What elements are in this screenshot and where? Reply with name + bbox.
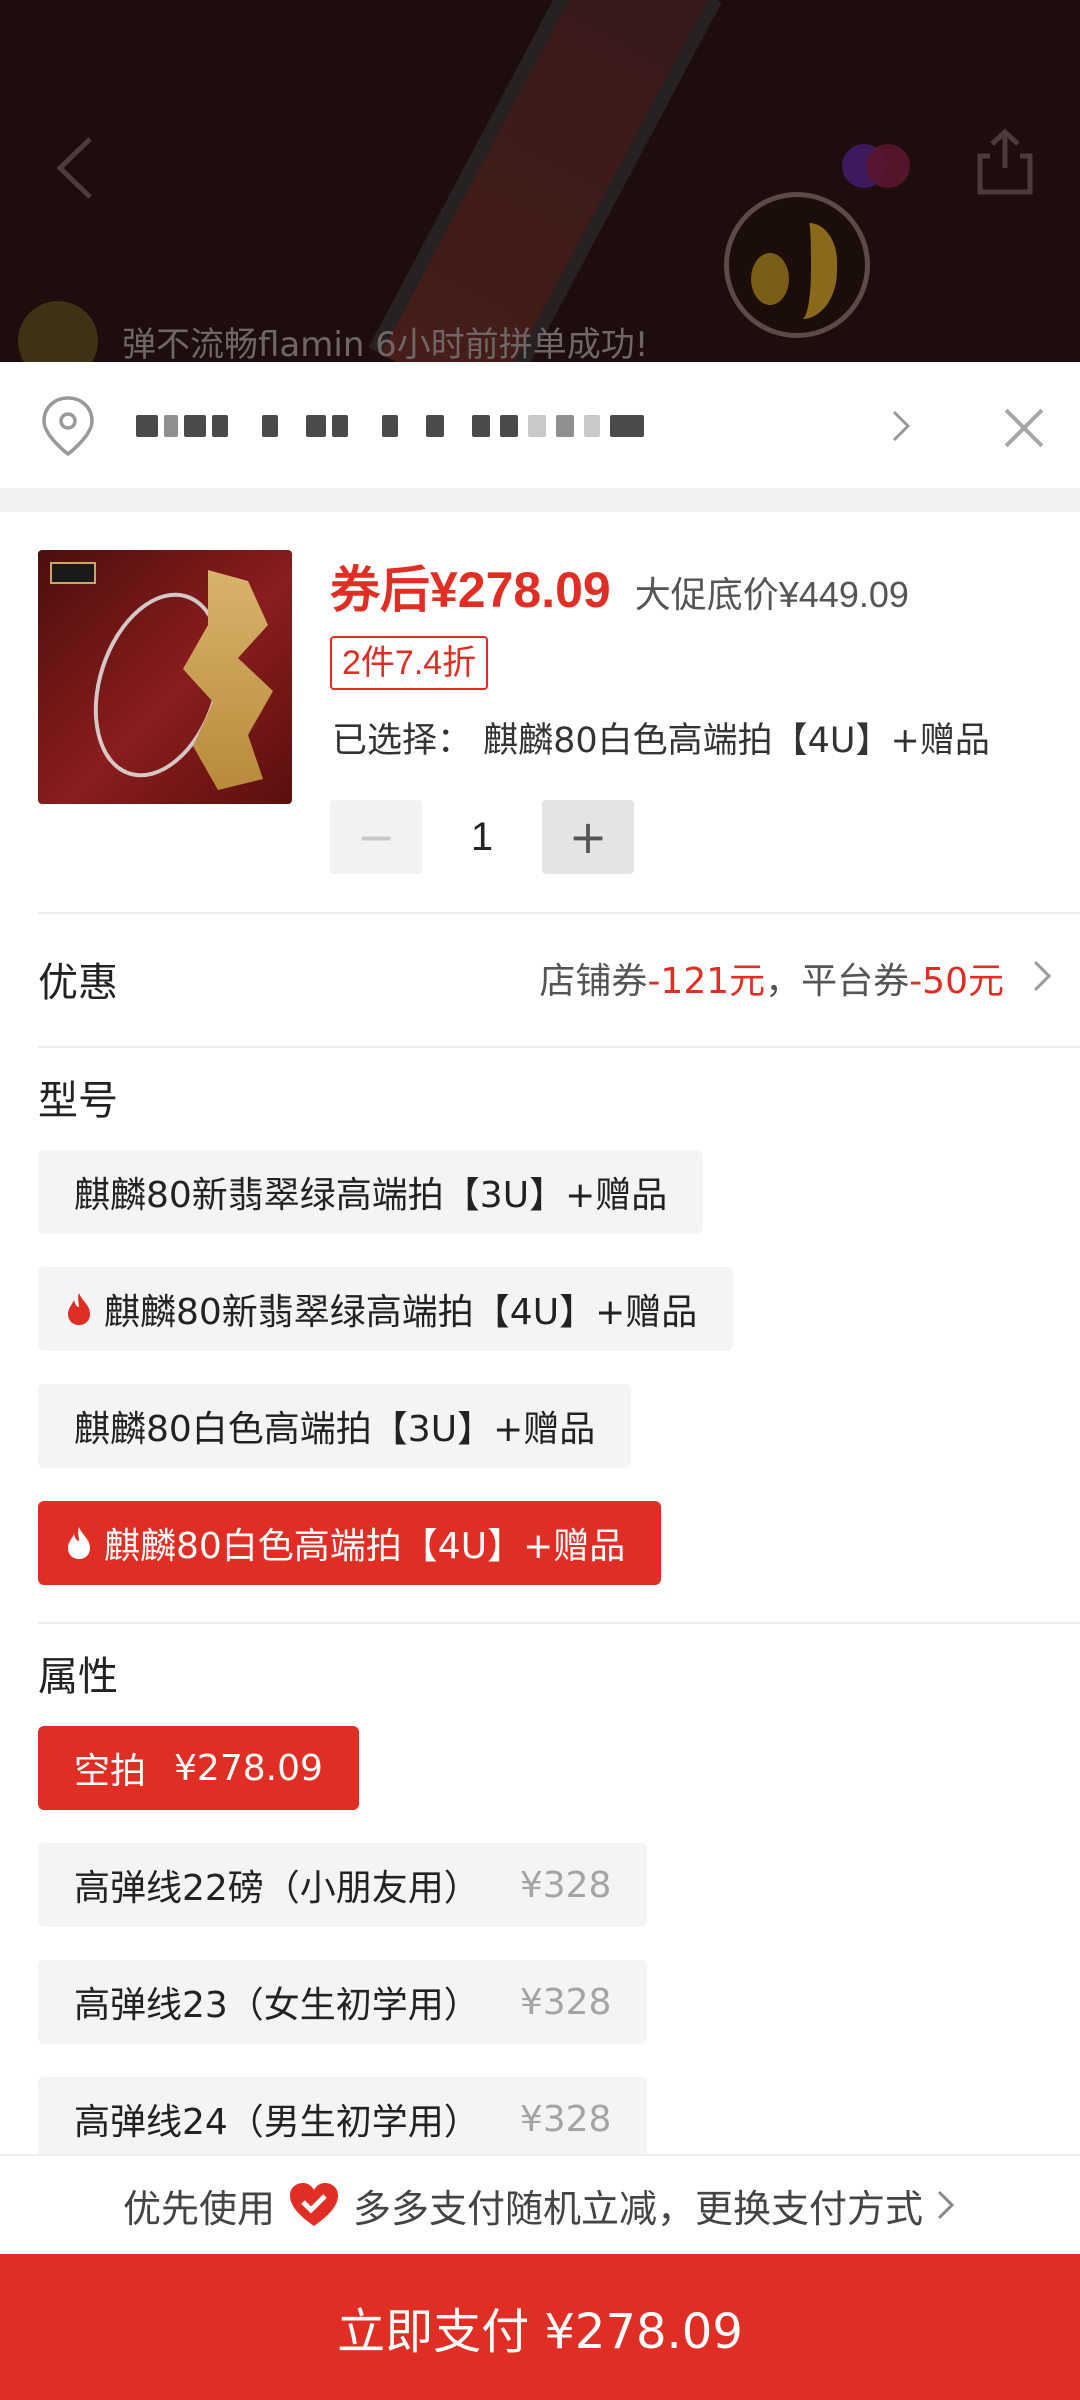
decrease-quantity-button[interactable]: −	[330, 800, 422, 874]
attribute-section-title: 属性	[38, 1654, 118, 1700]
product-gallery-backdrop: 弹不流畅flamin 6小时前拼单成功!	[0, 0, 1080, 380]
attribute-option[interactable]: 高弹线23（女生初学用） ¥328	[38, 1960, 648, 2044]
location-pin-icon	[42, 396, 94, 457]
flame-icon	[68, 1527, 90, 1559]
model-option-label: 麒麟80新翡翠绿高端拍【4U】+赠品	[104, 1292, 698, 1333]
attribute-option-price: ¥328	[519, 1981, 612, 2023]
store-coupon-value: -121元	[647, 961, 766, 1002]
chevron-right-icon	[1033, 960, 1052, 992]
attribute-option[interactable]: 高弹线24（男生初学用） ¥328	[38, 2077, 648, 2161]
attribute-option-price: ¥328	[519, 1864, 612, 1906]
back-button[interactable]	[30, 118, 120, 218]
attribute-option-label: 高弹线22磅（小朋友用）	[74, 1868, 480, 1909]
attribute-option[interactable]: 高弹线22磅（小朋友用） ¥328	[38, 1843, 648, 1927]
increase-quantity-button[interactable]: +	[542, 800, 634, 874]
product-thumbnail-bubble	[724, 192, 870, 338]
model-option-selected[interactable]: 麒麟80白色高端拍【4U】+赠品	[38, 1501, 662, 1585]
address-mask	[136, 415, 278, 437]
model-option[interactable]: 麒麟80新翡翠绿高端拍【3U】+赠品	[38, 1150, 704, 1234]
coupon-label: 优惠	[38, 960, 118, 1006]
brand-logo	[50, 562, 96, 584]
price-line: 券后¥278.09 大促底价¥449.09	[330, 550, 909, 622]
platform-coupon-value: -50元	[909, 961, 1004, 1002]
flame-icon	[68, 1293, 90, 1325]
attribute-option-label: 空拍	[74, 1751, 147, 1792]
attribute-option-price: ¥278.09	[174, 1747, 323, 1789]
address-mask	[306, 415, 398, 437]
divider	[0, 488, 1080, 512]
price-after-coupon: 券后¥278.09	[330, 562, 611, 618]
divider	[38, 1046, 1080, 1048]
close-icon[interactable]	[996, 400, 1052, 456]
quantity-stepper: − 1 +	[330, 800, 634, 874]
promo-base-price: 大促底价¥449.09	[634, 574, 909, 615]
selected-variant-text: 已选择： 麒麟80白色高端拍【4U】+赠品	[332, 721, 990, 761]
model-option-label: 麒麟80白色高端拍【4U】+赠品	[104, 1526, 626, 1567]
loop-icon	[842, 144, 910, 188]
recent-buyer-text: 弹不流畅flamin 6小时前拼单成功!	[122, 324, 649, 365]
product-image[interactable]	[38, 550, 292, 804]
attribute-option-label: 高弹线24（男生初学用）	[74, 2102, 480, 2143]
address-mask	[426, 415, 444, 437]
discount-tag: 2件7.4折	[330, 636, 489, 690]
model-option-label: 麒麟80新翡翠绿高端拍【3U】+赠品	[74, 1175, 668, 1216]
attribute-option-selected[interactable]: 空拍 ¥278.09	[38, 1726, 359, 1810]
payment-method-row[interactable]: 优先使用 多多支付随机立减，更换支付方式	[0, 2154, 1080, 2254]
chevron-left-icon	[56, 137, 92, 199]
quantity-value[interactable]: 1	[422, 815, 542, 860]
address-mask	[472, 415, 644, 437]
address-row[interactable]: ■■■■ ■■■ ■ ■■■■■	[0, 362, 1080, 488]
chevron-right-icon	[937, 2190, 955, 2220]
share-icon[interactable]	[974, 128, 1036, 198]
model-option[interactable]: 麒麟80白色高端拍【3U】+赠品	[38, 1384, 632, 1468]
attribute-option-label: 高弹线23（女生初学用）	[74, 1985, 480, 2026]
model-option-label: 麒麟80白色高端拍【3U】+赠品	[74, 1409, 596, 1450]
platform-coupon-label: 平台券	[801, 961, 910, 1002]
duoduo-pay-heart-icon	[290, 2183, 338, 2226]
coupon-separator: ，	[765, 961, 802, 1002]
coupon-summary: 店铺券-121元，平台券-50元	[539, 952, 1004, 1004]
model-section-title: 型号	[38, 1078, 118, 1124]
prefer-use-label: 优先使用	[122, 2186, 275, 2231]
address-text-redacted: ■■■■ ■■■ ■ ■■■■■	[136, 406, 816, 446]
banana-graphic-tip	[751, 253, 789, 305]
sku-selection-sheet: ■■■■ ■■■ ■ ■■■■■ 券后¥278.09 大促底价¥449.09	[0, 362, 1080, 2400]
store-coupon-label: 店铺券	[539, 961, 648, 1002]
attribute-option-price: ¥328	[519, 2098, 612, 2140]
divider	[38, 1622, 1080, 1624]
coupon-row[interactable]: 优惠 店铺券-121元，平台券-50元	[0, 912, 1080, 1044]
pay-now-button[interactable]: 立即支付 ¥278.09	[0, 2254, 1080, 2400]
model-option[interactable]: 麒麟80新翡翠绿高端拍【4U】+赠品	[38, 1267, 734, 1351]
chevron-right-icon	[892, 410, 911, 442]
payment-method-text: 多多支付随机立减，更换支付方式	[353, 2186, 924, 2231]
